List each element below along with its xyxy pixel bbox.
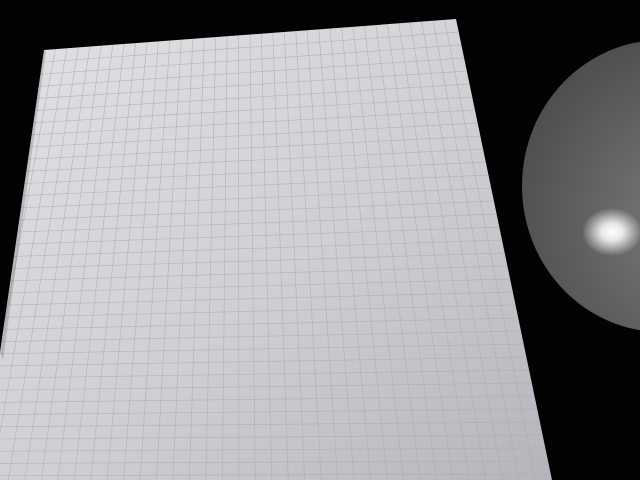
paper-sheet — [0, 19, 552, 480]
photo-canvas — [0, 19, 640, 480]
lamp-shade — [522, 41, 640, 331]
graph-paper — [0, 19, 552, 480]
lamp-glare — [582, 208, 640, 256]
photo-scene — [0, 0, 640, 480]
lamp-disc — [522, 41, 640, 331]
